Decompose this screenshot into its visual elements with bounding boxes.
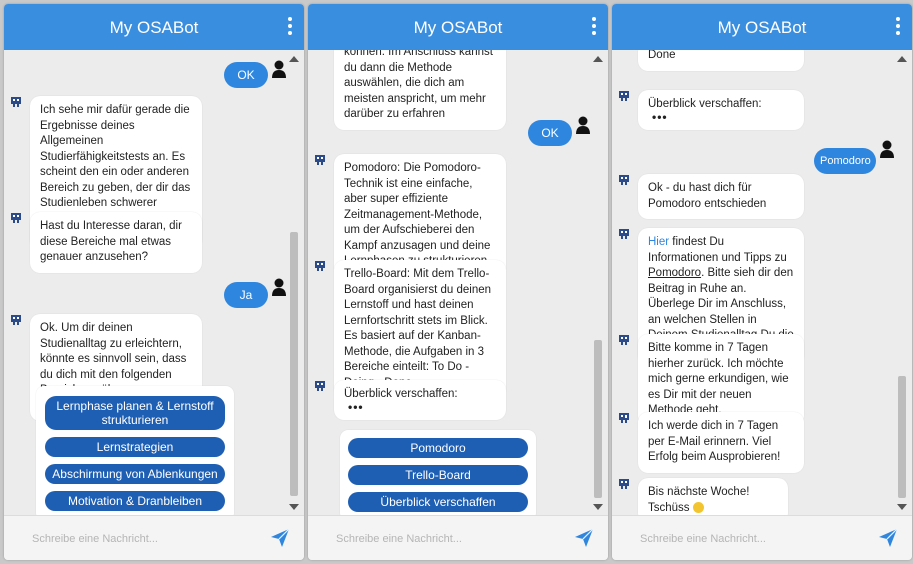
message-input-bar [308,515,608,560]
menu-kebab-icon[interactable] [896,17,900,35]
app-title: My OSABot [109,18,199,37]
bot-avatar-icon [11,315,21,325]
chat-header: My OSABot [612,4,912,50]
bot-message-text: Überblick verschaffen: [344,388,458,400]
choice-ueberblick[interactable]: Überblick verschaffen [348,492,528,512]
bot-avatar-icon [315,155,325,165]
bot-message: Trello-Board: Mit dem Trello-Board organ… [334,260,506,398]
bot-message-text: Überblick verschaffen: [648,98,762,110]
scroll-down-icon[interactable] [593,504,603,510]
scroll-up-icon[interactable] [289,56,299,62]
chat-panel-1: My OSABot OK Ich sehe mir dafür gerade d… [4,4,304,560]
message-list: Done Überblick verschaffen: ••• Pomodoro… [612,50,894,516]
user-avatar-icon [272,278,286,296]
bot-message: Ok - du hast dich für Pomodoro entschied… [638,174,804,219]
message-list: OK Ich sehe mir dafür gerade die Ergebni… [4,50,286,516]
bot-message-text: findest Du Informationen und Tipps zu [648,236,787,264]
typing-dots-icon: ••• [348,400,364,414]
scroll-thumb[interactable] [594,340,602,498]
bot-message: Überblick verschaffen: ••• [334,380,506,420]
bot-avatar-icon [11,97,21,107]
user-avatar-icon [576,116,590,134]
scroll-down-icon[interactable] [897,504,907,510]
bot-message: können. Im Anschluss kannst du dann die … [334,50,506,130]
send-icon[interactable] [878,528,898,548]
bot-avatar-icon [315,381,325,391]
app-title: My OSABot [717,18,807,37]
menu-kebab-icon[interactable] [592,17,596,35]
choice-motivation[interactable]: Motivation & Dranbleiben [45,491,225,511]
send-icon[interactable] [270,528,290,548]
message-input-bar [4,515,304,560]
bot-avatar-icon [11,213,21,223]
bot-avatar-icon [619,479,629,489]
bot-message: Ich werde dich in 7 Tagen per E-Mail eri… [638,412,804,473]
scrollbar[interactable] [591,50,605,516]
user-avatar-icon [880,140,894,158]
choice-panel: Lernphase planen & Lernstoff strukturier… [36,386,234,516]
bot-message: Done [638,50,804,71]
choice-lernstrategien[interactable]: Lernstrategien [45,437,225,457]
typing-dots-icon: ••• [652,110,668,124]
choice-panel: Pomodoro Trello-Board Überblick verschaf… [340,430,536,516]
user-message: OK [224,62,268,88]
bot-avatar-icon [619,175,629,185]
pomodoro-link[interactable]: Pomodoro [648,267,701,279]
choice-pomodoro[interactable]: Pomodoro [348,438,528,458]
menu-kebab-icon[interactable] [288,17,292,35]
bot-message: Pomodoro: Die Pomodoro-Technik ist eine … [334,154,506,277]
smiley-icon [692,501,704,513]
scrollbar[interactable] [895,50,909,516]
scrollbar[interactable] [287,50,301,516]
message-input-bar [612,515,912,560]
chat-panel-2: My OSABot können. Im Anschluss kannst du… [308,4,608,560]
chat-panel-3: My OSABot Done Überblick verschaffen: ••… [612,4,912,560]
bot-message: Hast du Interesse daran, dir diese Berei… [30,212,202,273]
send-icon[interactable] [574,528,594,548]
user-message: OK [528,120,572,146]
hier-link[interactable]: Hier [648,236,669,248]
scroll-down-icon[interactable] [289,504,299,510]
chat-header: My OSABot [308,4,608,50]
scroll-up-icon[interactable] [897,56,907,62]
user-message: Ja [224,282,268,308]
scroll-thumb[interactable] [898,376,906,498]
user-message: Pomodoro [814,148,876,174]
bot-avatar-icon [619,335,629,345]
user-avatar-icon [272,60,286,78]
choice-lernphase-planen[interactable]: Lernphase planen & Lernstoff strukturier… [45,396,225,430]
bot-avatar-icon [619,229,629,239]
bot-avatar-icon [619,91,629,101]
bot-message: Überblick verschaffen: ••• [638,90,804,130]
choice-abschirmung[interactable]: Abschirmung von Ablenkungen [45,464,225,484]
bot-avatar-icon [619,413,629,423]
app-title: My OSABot [413,18,503,37]
message-list: können. Im Anschluss kannst du dann die … [308,50,590,516]
message-input[interactable] [30,529,244,549]
scroll-up-icon[interactable] [593,56,603,62]
message-input[interactable] [334,529,548,549]
bot-message: Bis nächste Woche! Tschüss [638,478,788,516]
message-input[interactable] [638,529,852,549]
bot-avatar-icon [315,261,325,271]
choice-trello-board[interactable]: Trello-Board [348,465,528,485]
chat-header: My OSABot [4,4,304,50]
scroll-thumb[interactable] [290,232,298,496]
